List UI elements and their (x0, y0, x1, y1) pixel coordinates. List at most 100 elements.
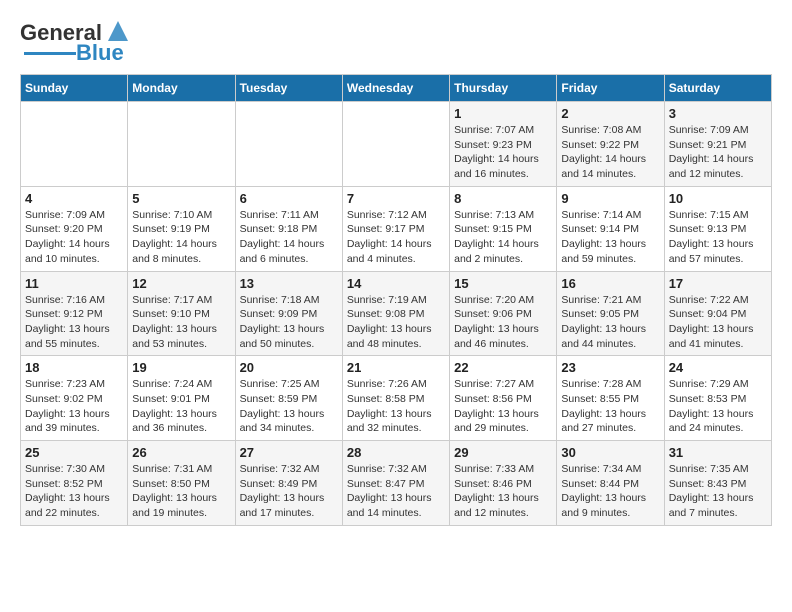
day-number: 31 (669, 445, 767, 460)
day-number: 21 (347, 360, 445, 375)
day-cell (235, 102, 342, 187)
day-number: 26 (132, 445, 230, 460)
day-cell: 3 Sunrise: 7:09 AM Sunset: 9:21 PM Daylig… (664, 102, 771, 187)
col-header-saturday: Saturday (664, 75, 771, 102)
col-header-thursday: Thursday (450, 75, 557, 102)
day-info: Sunrise: 7:15 AM Sunset: 9:13 PM Dayligh… (669, 208, 767, 267)
day-cell: 26 Sunrise: 7:31 AM Sunset: 8:50 PM Dayli… (128, 441, 235, 526)
day-cell: 29 Sunrise: 7:33 AM Sunset: 8:46 PM Dayli… (450, 441, 557, 526)
day-info: Sunrise: 7:19 AM Sunset: 9:08 PM Dayligh… (347, 293, 445, 352)
day-number: 7 (347, 191, 445, 206)
day-cell: 18 Sunrise: 7:23 AM Sunset: 9:02 PM Dayli… (21, 356, 128, 441)
day-info: Sunrise: 7:33 AM Sunset: 8:46 PM Dayligh… (454, 462, 552, 521)
day-cell: 11 Sunrise: 7:16 AM Sunset: 9:12 PM Dayli… (21, 271, 128, 356)
day-cell (21, 102, 128, 187)
day-number: 25 (25, 445, 123, 460)
day-info: Sunrise: 7:13 AM Sunset: 9:15 PM Dayligh… (454, 208, 552, 267)
day-cell: 14 Sunrise: 7:19 AM Sunset: 9:08 PM Dayli… (342, 271, 449, 356)
day-cell: 5 Sunrise: 7:10 AM Sunset: 9:19 PM Daylig… (128, 186, 235, 271)
col-header-monday: Monday (128, 75, 235, 102)
day-number: 9 (561, 191, 659, 206)
col-header-friday: Friday (557, 75, 664, 102)
day-number: 5 (132, 191, 230, 206)
page-header: General Blue (20, 20, 772, 66)
day-info: Sunrise: 7:12 AM Sunset: 9:17 PM Dayligh… (347, 208, 445, 267)
col-header-wednesday: Wednesday (342, 75, 449, 102)
day-number: 3 (669, 106, 767, 121)
day-number: 13 (240, 276, 338, 291)
day-number: 27 (240, 445, 338, 460)
day-info: Sunrise: 7:30 AM Sunset: 8:52 PM Dayligh… (25, 462, 123, 521)
day-info: Sunrise: 7:32 AM Sunset: 8:49 PM Dayligh… (240, 462, 338, 521)
day-cell: 17Sunrise: 7:22 AM Sunset: 9:04 PM Dayli… (664, 271, 771, 356)
col-header-sunday: Sunday (21, 75, 128, 102)
day-info: Sunrise: 7:09 AM Sunset: 9:20 PM Dayligh… (25, 208, 123, 267)
day-info: Sunrise: 7:14 AM Sunset: 9:14 PM Dayligh… (561, 208, 659, 267)
day-cell: 8 Sunrise: 7:13 AM Sunset: 9:15 PM Daylig… (450, 186, 557, 271)
day-info: Sunrise: 7:35 AM Sunset: 8:43 PM Dayligh… (669, 462, 767, 521)
day-info: Sunrise: 7:32 AM Sunset: 8:47 PM Dayligh… (347, 462, 445, 521)
day-number: 23 (561, 360, 659, 375)
week-row-3: 11 Sunrise: 7:16 AM Sunset: 9:12 PM Dayli… (21, 271, 772, 356)
day-info: Sunrise: 7:16 AM Sunset: 9:12 PM Dayligh… (25, 293, 123, 352)
day-number: 22 (454, 360, 552, 375)
logo-blue: Blue (76, 40, 124, 66)
day-cell (128, 102, 235, 187)
day-number: 10 (669, 191, 767, 206)
day-cell: 19Sunrise: 7:24 AM Sunset: 9:01 PM Dayli… (128, 356, 235, 441)
day-number: 20 (240, 360, 338, 375)
day-cell: 25 Sunrise: 7:30 AM Sunset: 8:52 PM Dayli… (21, 441, 128, 526)
day-number: 29 (454, 445, 552, 460)
logo: General Blue (20, 20, 132, 66)
day-info: Sunrise: 7:11 AM Sunset: 9:18 PM Dayligh… (240, 208, 338, 267)
day-info: Sunrise: 7:20 AM Sunset: 9:06 PM Dayligh… (454, 293, 552, 352)
day-info: Sunrise: 7:18 AM Sunset: 9:09 PM Dayligh… (240, 293, 338, 352)
day-info: Sunrise: 7:28 AM Sunset: 8:55 PM Dayligh… (561, 377, 659, 436)
day-number: 16 (561, 276, 659, 291)
day-number: 19 (132, 360, 230, 375)
day-info: Sunrise: 7:07 AM Sunset: 9:23 PM Dayligh… (454, 123, 552, 182)
day-info: Sunrise: 7:23 AM Sunset: 9:02 PM Dayligh… (25, 377, 123, 436)
day-number: 8 (454, 191, 552, 206)
day-number: 2 (561, 106, 659, 121)
day-info: Sunrise: 7:10 AM Sunset: 9:19 PM Dayligh… (132, 208, 230, 267)
day-cell: 21 Sunrise: 7:26 AM Sunset: 8:58 PM Dayli… (342, 356, 449, 441)
day-cell: 27 Sunrise: 7:32 AM Sunset: 8:49 PM Dayli… (235, 441, 342, 526)
day-cell: 4 Sunrise: 7:09 AM Sunset: 9:20 PM Daylig… (21, 186, 128, 271)
day-number: 28 (347, 445, 445, 460)
week-row-5: 25 Sunrise: 7:30 AM Sunset: 8:52 PM Dayli… (21, 441, 772, 526)
day-cell: 1 Sunrise: 7:07 AM Sunset: 9:23 PM Daylig… (450, 102, 557, 187)
day-cell (342, 102, 449, 187)
day-number: 11 (25, 276, 123, 291)
day-info: Sunrise: 7:26 AM Sunset: 8:58 PM Dayligh… (347, 377, 445, 436)
week-row-2: 4 Sunrise: 7:09 AM Sunset: 9:20 PM Daylig… (21, 186, 772, 271)
col-header-tuesday: Tuesday (235, 75, 342, 102)
day-cell: 23 Sunrise: 7:28 AM Sunset: 8:55 PM Dayli… (557, 356, 664, 441)
day-number: 1 (454, 106, 552, 121)
day-info: Sunrise: 7:25 AM Sunset: 8:59 PM Dayligh… (240, 377, 338, 436)
day-info: Sunrise: 7:08 AM Sunset: 9:22 PM Dayligh… (561, 123, 659, 182)
day-cell: 24 Sunrise: 7:29 AM Sunset: 8:53 PM Dayli… (664, 356, 771, 441)
day-cell: 16 Sunrise: 7:21 AM Sunset: 9:05 PM Dayli… (557, 271, 664, 356)
day-info: Sunrise: 7:09 AM Sunset: 9:21 PM Dayligh… (669, 123, 767, 182)
day-number: 24 (669, 360, 767, 375)
day-number: 12 (132, 276, 230, 291)
day-cell: 13 Sunrise: 7:18 AM Sunset: 9:09 PM Dayli… (235, 271, 342, 356)
day-cell: 22 Sunrise: 7:27 AM Sunset: 8:56 PM Dayli… (450, 356, 557, 441)
day-cell: 31 Sunrise: 7:35 AM Sunset: 8:43 PM Dayli… (664, 441, 771, 526)
day-info: Sunrise: 7:29 AM Sunset: 8:53 PM Dayligh… (669, 377, 767, 436)
day-cell: 15Sunrise: 7:20 AM Sunset: 9:06 PM Dayli… (450, 271, 557, 356)
day-cell: 6 Sunrise: 7:11 AM Sunset: 9:18 PM Daylig… (235, 186, 342, 271)
day-info: Sunrise: 7:21 AM Sunset: 9:05 PM Dayligh… (561, 293, 659, 352)
day-number: 6 (240, 191, 338, 206)
day-number: 4 (25, 191, 123, 206)
day-number: 14 (347, 276, 445, 291)
day-number: 18 (25, 360, 123, 375)
day-info: Sunrise: 7:27 AM Sunset: 8:56 PM Dayligh… (454, 377, 552, 436)
day-cell: 30Sunrise: 7:34 AM Sunset: 8:44 PM Dayli… (557, 441, 664, 526)
day-cell: 28 Sunrise: 7:32 AM Sunset: 8:47 PM Dayli… (342, 441, 449, 526)
day-info: Sunrise: 7:34 AM Sunset: 8:44 PM Dayligh… (561, 462, 659, 521)
day-info: Sunrise: 7:31 AM Sunset: 8:50 PM Dayligh… (132, 462, 230, 521)
day-cell: 2 Sunrise: 7:08 AM Sunset: 9:22 PM Daylig… (557, 102, 664, 187)
week-row-4: 18 Sunrise: 7:23 AM Sunset: 9:02 PM Dayli… (21, 356, 772, 441)
